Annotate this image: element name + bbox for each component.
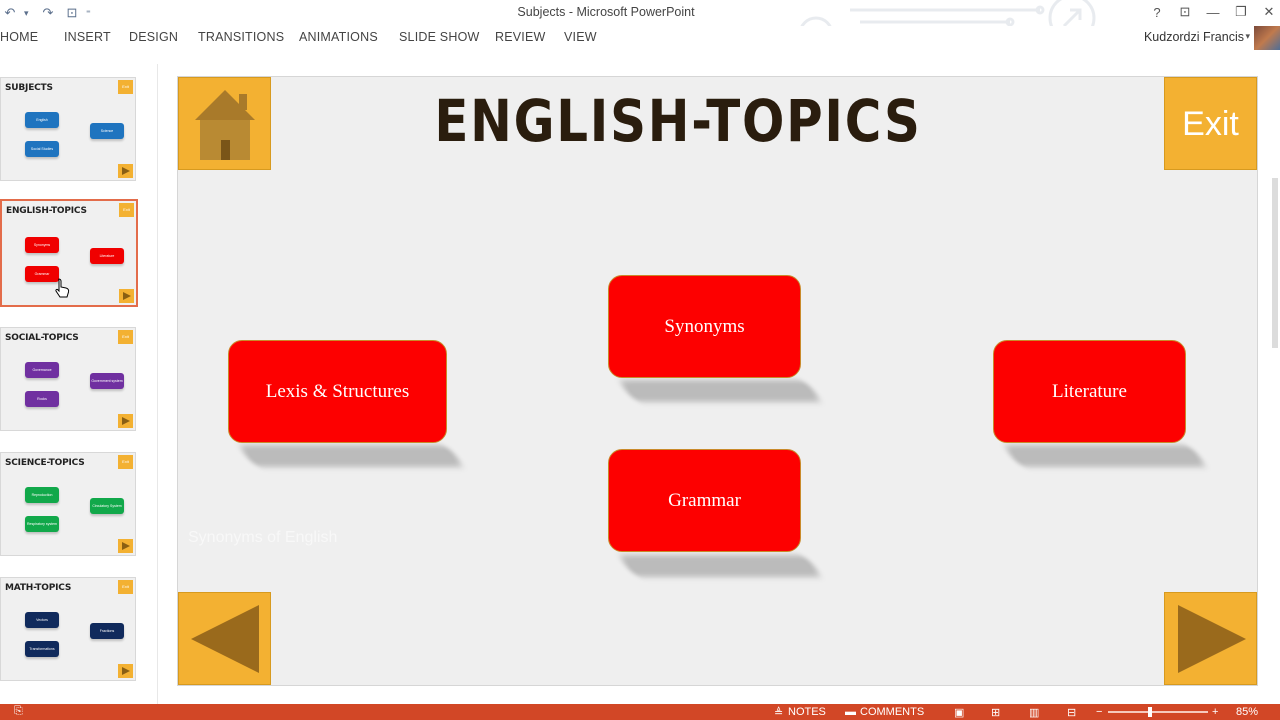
zoom-out-icon[interactable]: − xyxy=(1096,706,1102,718)
ribbon-display-options-icon[interactable]: ⊡ xyxy=(1174,2,1196,22)
thumbnail-button: Literature xyxy=(90,248,124,264)
powerpoint-window: ↶ ▾ ↷ ⊡ ⁼ Subjects - Microsoft PowerPoin… xyxy=(0,0,1280,720)
notes-button[interactable]: NOTES xyxy=(788,706,826,718)
thumbnail-exit-icon: Exit xyxy=(119,203,134,217)
thumbnail-button: Governance xyxy=(25,362,59,378)
zoom-slider-knob[interactable] xyxy=(1148,707,1152,717)
thumbnail-title: SOCIAL-TOPICS xyxy=(5,333,79,343)
button-shadow xyxy=(617,380,823,402)
window-title: Subjects - Microsoft PowerPoint xyxy=(517,5,695,19)
user-name[interactable]: Kudzordzi Francis xyxy=(1144,30,1244,44)
thumbnail-next-arrow-icon xyxy=(118,664,133,678)
normal-view-icon[interactable]: ▣ xyxy=(954,706,964,719)
thumbnail-button: Government system xyxy=(90,373,124,389)
scrollbar-thumb[interactable] xyxy=(1272,178,1278,348)
slide-sorter-icon[interactable]: ⊞ xyxy=(991,706,1000,719)
thumbnail-exit-icon: Exit xyxy=(118,80,133,94)
thumbnail-button: Vectors xyxy=(25,612,59,628)
comments-button[interactable]: COMMENTS xyxy=(860,706,924,718)
next-slide-button[interactable] xyxy=(1164,592,1257,685)
slide-thumbnail-pane[interactable]: SUBJECTS Exit English Science Social Stu… xyxy=(0,64,158,704)
thumbnail-button: Science xyxy=(90,123,124,139)
thumbnail-button: Social Studies xyxy=(25,141,59,157)
thumbnail-button: Circulatory System xyxy=(90,498,124,514)
thumbnail-button: Respiratory system xyxy=(25,516,59,532)
tab-view[interactable]: VIEW xyxy=(564,30,597,44)
tab-slide-show[interactable]: SLIDE SHOW xyxy=(399,30,480,44)
thumbnail-exit-icon: Exit xyxy=(118,580,133,594)
thumbnail-next-arrow-icon xyxy=(118,414,133,428)
thumbnail-title: MATH-TOPICS xyxy=(5,583,72,593)
window-controls: ? ⊡ — ❐ ✕ xyxy=(1146,2,1280,22)
ribbon-tabs: HOME INSERT DESIGN TRANSITIONS ANIMATION… xyxy=(0,26,1280,52)
help-icon[interactable]: ? xyxy=(1146,2,1168,22)
spell-check-icon[interactable]: ⎘ xyxy=(14,705,23,718)
slide-thumbnail-english-topics[interactable]: ENGLISH-TOPICS Exit Synonyms Literature … xyxy=(0,199,138,307)
ghost-text: Synonyms of English xyxy=(188,529,338,546)
notes-icon[interactable]: ≜ xyxy=(774,706,783,719)
literature-button[interactable]: Literature xyxy=(993,340,1186,443)
thumbnail-exit-icon: Exit xyxy=(118,330,133,344)
thumbnail-title: SUBJECTS xyxy=(5,83,53,93)
slide-canvas[interactable]: ENGLISH-TOPICS Exit Lexis & Structures S… xyxy=(177,76,1258,686)
slide-title[interactable]: ENGLISH-TOPICS xyxy=(248,87,1108,155)
slide-thumbnail-math-topics[interactable]: MATH-TOPICS Exit Vectors Fractions Trans… xyxy=(0,577,136,681)
thumbnail-button: English xyxy=(25,112,59,128)
thumbnail-title: SCIENCE-TOPICS xyxy=(5,458,85,468)
thumbnail-button: Reproduction xyxy=(25,487,59,503)
user-dropdown-icon[interactable]: ▾ xyxy=(1245,31,1250,42)
tab-review[interactable]: REVIEW xyxy=(495,30,546,44)
slide-thumbnail-social-topics[interactable]: SOCIAL-TOPICS Exit Governance Government… xyxy=(0,327,136,431)
button-shadow xyxy=(1002,445,1208,467)
tab-transitions[interactable]: TRANSITIONS xyxy=(198,30,284,44)
tab-design[interactable]: DESIGN xyxy=(129,30,178,44)
slide-thumbnail-science-topics[interactable]: SCIENCE-TOPICS Exit Reproduction Circula… xyxy=(0,452,136,556)
button-shadow xyxy=(237,445,465,467)
close-icon[interactable]: ✕ xyxy=(1258,2,1280,22)
tab-home[interactable]: HOME xyxy=(0,30,38,44)
zoom-slider[interactable] xyxy=(1108,711,1208,713)
thumbnail-button: Rocks xyxy=(25,391,59,407)
thumbnail-next-arrow-icon xyxy=(118,164,133,178)
status-bar: ⎘ ≜ NOTES ▬ COMMENTS ▣ ⊞ ▥ ⊟ − + 85% xyxy=(0,704,1280,720)
restore-icon[interactable]: ❐ xyxy=(1230,2,1252,22)
exit-button[interactable]: Exit xyxy=(1164,77,1257,170)
tab-insert[interactable]: INSERT xyxy=(64,30,111,44)
thumbnail-button: Transformations xyxy=(25,641,59,657)
lexis-structures-button[interactable]: Lexis & Structures xyxy=(228,340,447,443)
right-arrow-icon xyxy=(1178,605,1246,673)
thumbnail-title: ENGLISH-TOPICS xyxy=(6,206,87,216)
comments-icon[interactable]: ▬ xyxy=(845,706,856,718)
hand-cursor-icon xyxy=(55,278,70,298)
minimize-icon[interactable]: — xyxy=(1202,2,1224,22)
slide-thumbnail-subjects[interactable]: SUBJECTS Exit English Science Social Stu… xyxy=(0,77,136,181)
tab-animations[interactable]: ANIMATIONS xyxy=(299,30,378,44)
thumbnail-next-arrow-icon xyxy=(118,539,133,553)
thumbnail-button: Synonyms xyxy=(25,237,59,253)
title-bar: ↶ ▾ ↷ ⊡ ⁼ Subjects - Microsoft PowerPoin… xyxy=(0,0,1280,52)
thumbnail-exit-icon: Exit xyxy=(118,455,133,469)
avatar[interactable] xyxy=(1254,26,1280,50)
synonyms-button[interactable]: Synonyms xyxy=(608,275,801,378)
slide-show-icon[interactable]: ⊟ xyxy=(1067,706,1076,719)
left-arrow-icon xyxy=(191,605,259,673)
zoom-level[interactable]: 85% xyxy=(1236,706,1258,718)
thumbnail-button: Fractions xyxy=(90,623,124,639)
grammar-button[interactable]: Grammar xyxy=(608,449,801,552)
vertical-scrollbar[interactable] xyxy=(1270,60,1280,704)
previous-slide-button[interactable] xyxy=(178,592,271,685)
thumbnail-next-arrow-icon xyxy=(119,289,134,303)
button-shadow xyxy=(617,555,823,577)
reading-view-icon[interactable]: ▥ xyxy=(1029,706,1039,719)
zoom-in-icon[interactable]: + xyxy=(1212,706,1218,718)
